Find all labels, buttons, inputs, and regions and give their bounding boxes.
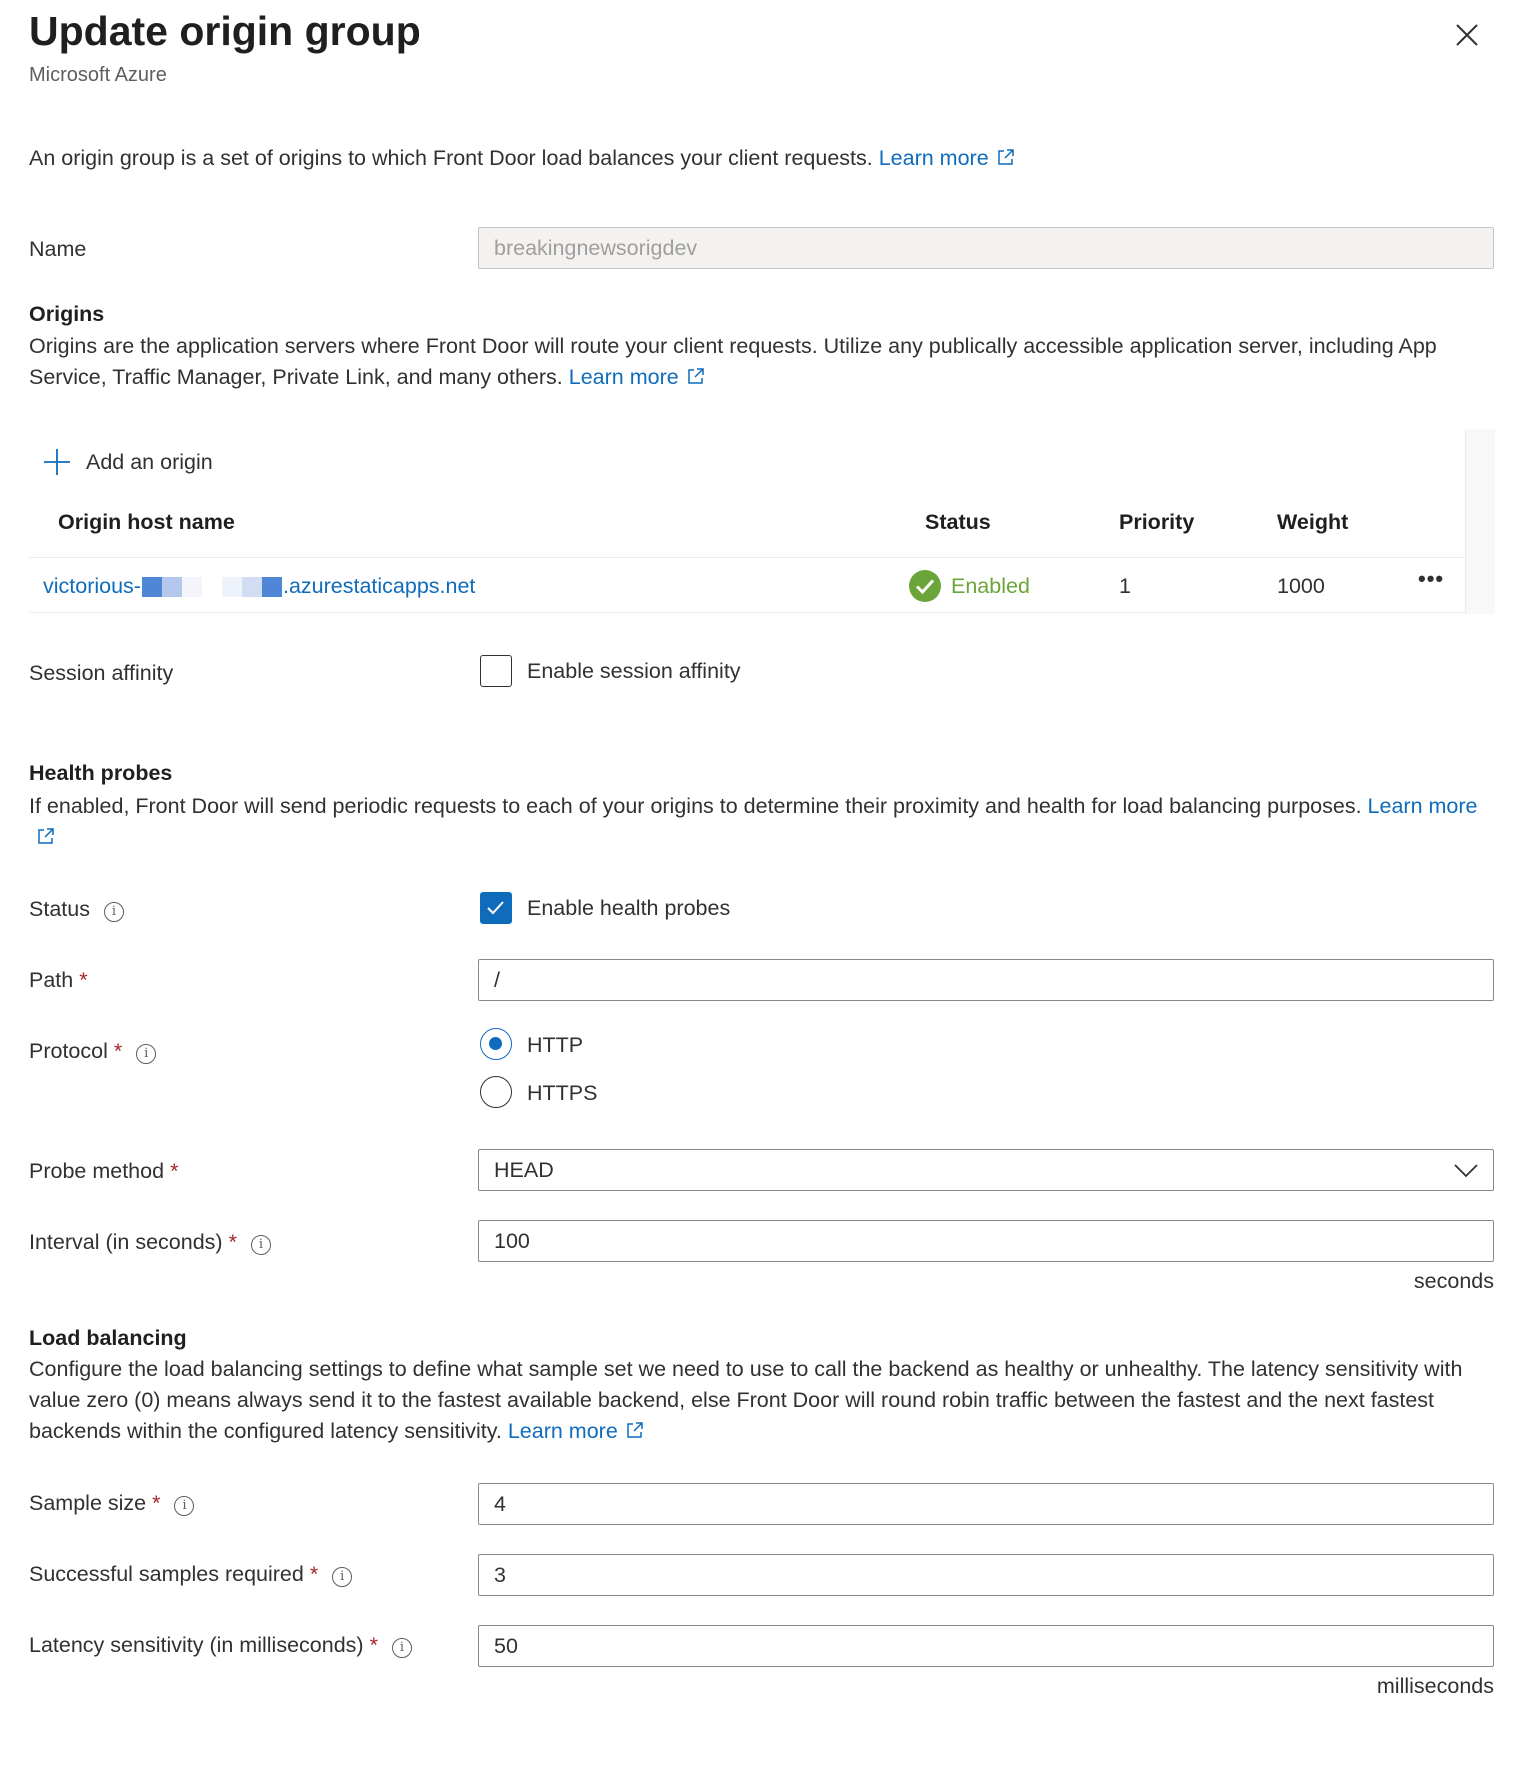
external-link-icon — [37, 827, 55, 845]
health-probes-checkbox[interactable] — [480, 892, 512, 924]
column-header-host: Origin host name — [58, 510, 235, 534]
load-balancing-text: Configure the load balancing settings to… — [29, 1357, 1463, 1443]
close-icon — [1456, 24, 1478, 46]
page-title: Update origin group — [29, 8, 421, 54]
protocol-label: Protocol * i — [29, 1039, 157, 1064]
probe-method-label: Probe method * — [29, 1159, 179, 1183]
external-link-icon — [687, 367, 705, 385]
table-scrollbar[interactable] — [1465, 429, 1495, 614]
column-header-priority: Priority — [1119, 510, 1195, 534]
load-balancing-heading: Load balancing — [29, 1326, 187, 1350]
successful-samples-label: Successful samples required * i — [29, 1562, 353, 1587]
plus-icon — [44, 449, 70, 475]
column-header-weight: Weight — [1277, 510, 1349, 534]
intro-text: An origin group is a set of origins to w… — [29, 143, 1499, 174]
path-label: Path * — [29, 968, 88, 992]
session-affinity-checkbox[interactable] — [480, 655, 512, 687]
table-row: victorious- .azurestaticapps.net Enabled… — [29, 558, 1465, 612]
redacted-block — [141, 576, 282, 597]
info-icon[interactable]: i — [103, 902, 124, 922]
close-button[interactable] — [1452, 20, 1482, 50]
protocol-radio-https[interactable] — [480, 1076, 512, 1108]
interval-unit: seconds — [1413, 1269, 1494, 1293]
path-input[interactable]: / — [478, 959, 1494, 1001]
protocol-radio-http[interactable] — [480, 1028, 512, 1060]
latency-input[interactable]: 50 — [478, 1625, 1494, 1667]
priority-cell: 1 — [1119, 574, 1131, 598]
origins-heading: Origins — [29, 302, 105, 326]
sample-size-label: Sample size * i — [29, 1491, 195, 1516]
session-affinity-checkbox-label: Enable session affinity — [527, 659, 741, 683]
load-balancing-learn-more-link[interactable]: Learn more — [508, 1419, 644, 1443]
page-subtitle: Microsoft Azure — [29, 64, 167, 86]
protocol-http-label: HTTP — [527, 1033, 584, 1057]
more-options-button[interactable]: ••• — [1418, 566, 1444, 592]
latency-unit: milliseconds — [1376, 1674, 1494, 1698]
info-icon[interactable]: i — [174, 1496, 195, 1516]
external-link-icon — [997, 148, 1015, 166]
weight-cell: 1000 — [1277, 574, 1325, 598]
protocol-https-label: HTTPS — [527, 1081, 598, 1105]
info-icon[interactable]: i — [391, 1638, 412, 1658]
add-origin-button[interactable]: Add an origin — [42, 447, 213, 477]
check-circle-icon — [909, 570, 941, 602]
divider — [29, 612, 1465, 613]
info-icon[interactable]: i — [250, 1235, 271, 1255]
latency-label: Latency sensitivity (in milliseconds) * i — [29, 1633, 412, 1658]
origin-host-link[interactable]: victorious- .azurestaticapps.net — [43, 574, 475, 599]
health-probes-text: If enabled, Front Door will send periodi… — [29, 791, 1499, 853]
external-link-icon — [626, 1421, 644, 1439]
status-label: Status i — [29, 897, 124, 922]
session-affinity-label: Session affinity — [29, 661, 174, 685]
sample-size-input[interactable]: 4 — [478, 1483, 1494, 1525]
column-header-status: Status — [925, 510, 991, 534]
info-icon[interactable]: i — [136, 1044, 157, 1064]
health-probes-checkbox-label: Enable health probes — [527, 896, 731, 920]
health-probes-heading: Health probes — [29, 761, 173, 785]
origins-text: Origins are the application servers wher… — [29, 334, 1437, 389]
name-input[interactable]: breakingnewsorigdev — [478, 227, 1494, 269]
name-label: Name — [29, 237, 87, 261]
interval-label: Interval (in seconds) * i — [29, 1230, 271, 1255]
info-icon[interactable]: i — [332, 1567, 353, 1587]
origins-learn-more-link[interactable]: Learn more — [569, 365, 705, 389]
learn-more-link[interactable]: Learn more — [879, 146, 1015, 170]
probe-method-dropdown[interactable]: HEAD — [478, 1149, 1494, 1191]
successful-samples-input[interactable]: 3 — [478, 1554, 1494, 1596]
interval-input[interactable]: 100 — [478, 1220, 1494, 1262]
ellipsis-icon: ••• — [1418, 566, 1445, 591]
chevron-down-icon — [1454, 1164, 1478, 1178]
status-badge: Enabled — [909, 570, 1030, 602]
checkmark-icon — [487, 901, 504, 915]
